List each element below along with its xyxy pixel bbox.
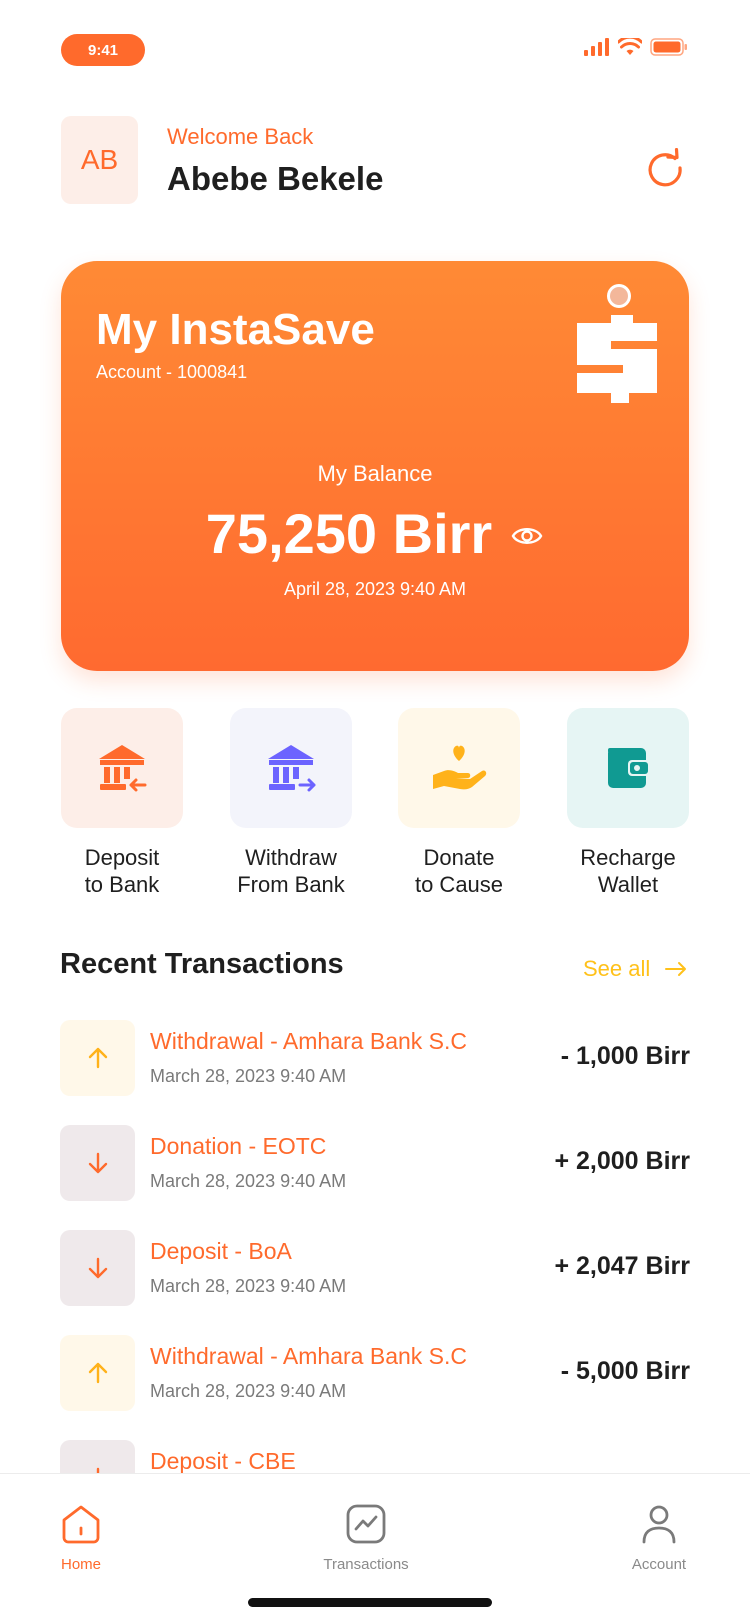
balance-date: April 28, 2023 9:40 AM <box>283 579 467 599</box>
refresh-icon <box>648 148 682 187</box>
transaction-row[interactable]: Donation - EOTC March 28, 2023 9:40 AM +… <box>60 1125 690 1201</box>
transaction-title: Donation - EOTC <box>150 1133 327 1159</box>
recent-transactions-title: Recent Transactions <box>60 948 344 980</box>
eye-icon <box>511 527 543 544</box>
transaction-icon-tile <box>60 1020 135 1096</box>
user-name: Abebe Bekele <box>167 160 384 197</box>
transaction-date: March 28, 2023 9:40 AM <box>150 1171 347 1191</box>
arrow-down-icon <box>88 1152 107 1174</box>
action-label: Recharge Wallet <box>580 845 676 897</box>
account-card[interactable]: My InstaSave Account - 1000841 My Balanc… <box>61 261 689 671</box>
donate-to-cause-button[interactable]: Donate to Cause <box>398 708 520 898</box>
arrow-up-icon <box>88 1362 107 1384</box>
nav-account[interactable]: Account <box>599 1500 719 1573</box>
recharge-wallet-button[interactable]: Recharge Wallet <box>567 708 689 898</box>
arrow-down-icon <box>88 1257 107 1279</box>
arrow-right-icon <box>665 962 687 976</box>
transaction-title: Withdrawal - Amhara Bank S.C <box>150 1343 468 1369</box>
transaction-date: March 28, 2023 9:40 AM <box>150 1066 347 1086</box>
deposit-to-bank-button[interactable]: Deposit to Bank <box>61 708 183 898</box>
home-indicator <box>248 1598 492 1607</box>
wallet-icon <box>608 748 650 788</box>
action-tile <box>61 708 183 828</box>
card-title: My InstaSave <box>96 305 375 354</box>
action-tile <box>398 708 520 828</box>
wifi-icon <box>618 38 642 55</box>
bottom-nav: Home Transactions Account <box>0 1473 750 1624</box>
see-all-link[interactable]: See all <box>583 956 688 982</box>
balance-label: My Balance <box>317 461 433 486</box>
nav-icon-wrap <box>57 1500 105 1548</box>
see-all-label: See all <box>583 956 651 981</box>
transaction-amount: + 2,047 Birr <box>554 1252 690 1280</box>
action-tile <box>230 708 352 828</box>
transaction-amount: - 1,000 Birr <box>560 1042 690 1070</box>
transaction-title: Withdrawal - Amhara Bank S.C <box>150 1028 468 1054</box>
welcome-text: Welcome Back <box>167 124 314 149</box>
transaction-icon-tile <box>60 1335 135 1411</box>
refresh-button[interactable] <box>640 144 692 196</box>
nav-icon-wrap <box>342 1500 390 1548</box>
transaction-icon-tile <box>60 1125 135 1201</box>
activity-chart-icon <box>346 1504 386 1544</box>
withdraw-from-bank-button[interactable]: Withdraw From Bank <box>230 708 352 898</box>
user-icon <box>642 1505 676 1544</box>
transaction-row[interactable]: Deposit - BoA March 28, 2023 9:40 AM + 2… <box>60 1230 690 1306</box>
account-number: Account - 1000841 <box>96 362 248 382</box>
transaction-icon-tile <box>60 1230 135 1306</box>
nav-home-label: Home <box>60 1556 101 1573</box>
action-tile <box>567 708 689 828</box>
balance-value: 75,250 Birr <box>205 502 493 565</box>
cellular-signal-icon <box>584 38 609 56</box>
status-time: 9:41 <box>61 34 145 66</box>
donate-hand-heart-icon <box>433 745 487 790</box>
transaction-amount: + 2,000 Birr <box>554 1147 690 1175</box>
bank-withdraw-icon <box>268 745 316 792</box>
quick-actions: Deposit to Bank Withdraw From Bank Donat… <box>61 708 689 908</box>
nav-icon-wrap <box>635 1500 683 1548</box>
nav-home[interactable]: Home <box>21 1500 141 1573</box>
transaction-date: March 28, 2023 9:40 AM <box>150 1381 347 1401</box>
avatar[interactable]: AB <box>61 116 138 204</box>
balance-row: 75,250 Birr <box>61 501 689 566</box>
action-label: Donate to Cause <box>414 845 504 897</box>
bank-deposit-icon <box>99 745 147 792</box>
status-icons <box>584 38 688 56</box>
transaction-row[interactable]: Withdrawal - Amhara Bank S.C March 28, 2… <box>60 1020 690 1096</box>
battery-icon <box>650 38 687 56</box>
nav-account-label: Account <box>631 1556 687 1573</box>
transaction-amount: - 5,000 Birr <box>560 1357 690 1385</box>
instasave-logo <box>577 284 657 403</box>
nav-transactions-label: Transactions <box>323 1556 409 1573</box>
nav-transactions[interactable]: Transactions <box>306 1500 426 1573</box>
status-bar: 9:41 <box>0 0 750 100</box>
arrow-up-icon <box>88 1047 107 1069</box>
action-label: Deposit to Bank <box>84 845 160 897</box>
transaction-title: Deposit - CBE <box>150 1448 296 1474</box>
toggle-balance-visibility-button[interactable] <box>510 519 544 553</box>
action-label: Withdraw From Bank <box>237 845 345 897</box>
transaction-row[interactable]: Withdrawal - Amhara Bank S.C March 28, 2… <box>60 1335 690 1411</box>
transaction-date: March 28, 2023 9:40 AM <box>150 1276 347 1296</box>
home-icon <box>62 1505 100 1544</box>
transaction-title: Deposit - BoA <box>150 1238 292 1264</box>
